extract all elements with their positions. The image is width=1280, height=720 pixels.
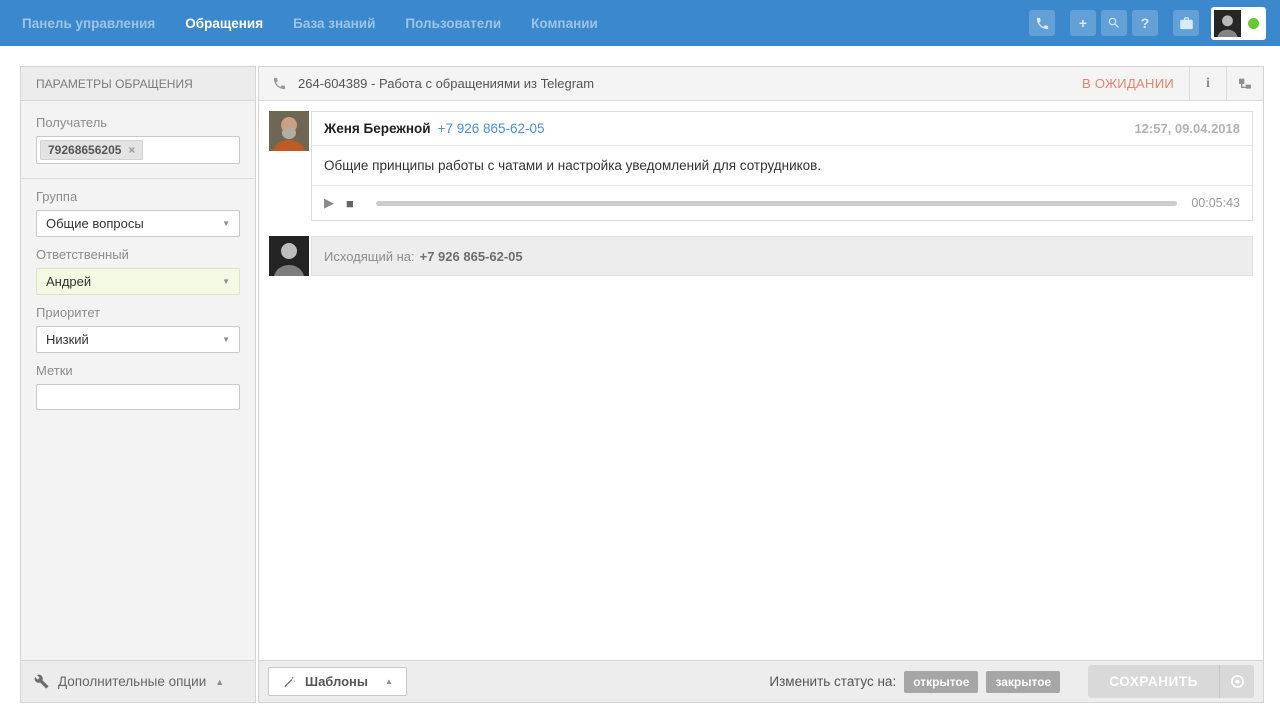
outgoing-call-row: Исходящий на: +7 926 865-62-05: [311, 236, 1253, 276]
online-status-dot: [1248, 17, 1259, 29]
nav-knowledge-base[interactable]: База знаний: [293, 16, 375, 31]
search-icon[interactable]: [1101, 10, 1127, 36]
tags-input[interactable]: [36, 384, 240, 410]
sidebar-body: Получатель 79268656205 × Группа Общие во…: [21, 101, 255, 660]
group-value: Общие вопросы: [46, 216, 144, 231]
additional-options-label: Дополнительные опции: [58, 674, 207, 689]
priority-label: Приоритет: [36, 305, 101, 320]
info-icon[interactable]: i: [1189, 67, 1226, 100]
phone-icon[interactable]: [1029, 10, 1055, 36]
save-button[interactable]: СОХРАНИТЬ: [1088, 665, 1219, 698]
templates-button[interactable]: Шаблоны ▲: [268, 667, 407, 696]
ticket-title: 264-604389 - Работа с обращениями из Tel…: [298, 76, 595, 91]
ticket-header-left: 264-604389 - Работа с обращениями из Tel…: [259, 67, 594, 100]
priority-value: Низкий: [46, 332, 89, 347]
chevron-down-icon: ▼: [222, 277, 230, 286]
status-badge: В ОЖИДАНИИ: [1081, 76, 1174, 91]
audio-progress-bar[interactable]: [376, 200, 1178, 206]
section-divider: [21, 178, 255, 179]
message-author: Женя Бережной: [324, 121, 431, 136]
group-label: Группа: [36, 189, 78, 204]
assignee-label: Ответственный: [36, 247, 129, 262]
avatar: [269, 111, 309, 151]
message-incoming: Женя Бережной +7 926 865-62-05 12:57, 09…: [269, 111, 1253, 221]
ticket-header: 264-604389 - Работа с обращениями из Tel…: [259, 67, 1263, 101]
play-icon[interactable]: ▶: [324, 195, 346, 211]
conversation-area: Женя Бережной +7 926 865-62-05 12:57, 09…: [259, 101, 1263, 660]
outgoing-label: Исходящий на:: [324, 248, 415, 264]
magic-wand-icon: [284, 675, 296, 687]
phone-channel-icon: [273, 77, 286, 90]
save-button-group: СОХРАНИТЬ: [1088, 665, 1254, 698]
remove-tag-icon[interactable]: ×: [128, 143, 135, 157]
wrench-icon: [34, 674, 49, 689]
outgoing-phone: +7 926 865-62-05: [419, 248, 523, 264]
chevron-up-icon: ▲: [384, 677, 393, 686]
sidebar-title: ПАРАМЕТРЫ ОБРАЩЕНИЯ: [21, 67, 255, 101]
change-status-label: Изменить статус на:: [769, 674, 897, 689]
author-phone-link[interactable]: +7 926 865-62-05: [438, 121, 545, 136]
audio-player: ▶ ■ 00:05:43: [312, 185, 1252, 220]
nav-tickets[interactable]: Обращения: [185, 16, 263, 31]
message-text: Общие принципы работы с чатами и настрой…: [312, 145, 1252, 185]
top-navigation-bar: Панель управления Обращения База знаний …: [0, 0, 1280, 46]
hierarchy-icon[interactable]: [1226, 67, 1263, 100]
message-timestamp: 12:57, 09.04.2018: [1134, 121, 1240, 136]
recipient-tag: 79268656205 ×: [40, 140, 144, 160]
status-open-button[interactable]: открытое: [904, 670, 979, 693]
nav-companies[interactable]: Компании: [531, 16, 598, 31]
user-photo: [1214, 9, 1241, 37]
status-closed-button[interactable]: закрытое: [986, 670, 1061, 693]
templates-label: Шаблоны: [305, 674, 368, 689]
assignee-select[interactable]: Андрей ▼: [36, 268, 240, 295]
nav-users[interactable]: Пользователи: [405, 16, 501, 31]
chevron-down-icon: ▼: [222, 335, 230, 344]
assignee-value: Андрей: [46, 274, 92, 289]
recipient-label: Получатель: [36, 115, 108, 130]
ticket-parameters-panel: ПАРАМЕТРЫ ОБРАЩЕНИЯ Получатель 792686562…: [20, 66, 256, 703]
priority-select[interactable]: Низкий ▼: [36, 326, 240, 353]
avatar: [269, 236, 309, 276]
group-select[interactable]: Общие вопросы ▼: [36, 210, 240, 237]
plus-icon[interactable]: +: [1070, 10, 1096, 36]
briefcase-icon[interactable]: [1173, 10, 1199, 36]
chevron-up-icon: ▲: [215, 676, 225, 687]
topbar-actions: + ?: [1029, 6, 1266, 40]
ticket-panel: 264-604389 - Работа с обращениями из Tel…: [258, 66, 1264, 703]
chevron-down-icon: ▼: [222, 219, 230, 228]
message-header: Женя Бережной +7 926 865-62-05 12:57, 09…: [312, 112, 1252, 145]
recipient-tag-value: 79268656205: [48, 143, 122, 157]
help-icon[interactable]: ?: [1132, 10, 1158, 36]
tags-label: Метки: [36, 363, 73, 378]
recipient-input[interactable]: 79268656205 ×: [36, 136, 240, 164]
message-outgoing: Исходящий на: +7 926 865-62-05: [269, 236, 1253, 276]
message-card: Женя Бережной +7 926 865-62-05 12:57, 09…: [311, 111, 1253, 221]
content-area: ПАРАМЕТРЫ ОБРАЩЕНИЯ Получатель 792686562…: [20, 66, 1264, 703]
user-avatar[interactable]: [1211, 6, 1266, 40]
ticket-header-right: В ОЖИДАНИИ i: [1067, 67, 1263, 100]
stop-icon[interactable]: ■: [346, 196, 368, 211]
ticket-footer: Шаблоны ▲ Изменить статус на: открытое з…: [259, 660, 1263, 702]
audio-duration: 00:05:43: [1191, 196, 1240, 210]
additional-options-toggle[interactable]: Дополнительные опции ▲: [21, 660, 255, 702]
nav-dashboard[interactable]: Панель управления: [22, 16, 155, 31]
record-icon: [1230, 675, 1244, 688]
save-options-button[interactable]: [1219, 665, 1254, 698]
main-nav: Панель управления Обращения База знаний …: [22, 16, 598, 31]
